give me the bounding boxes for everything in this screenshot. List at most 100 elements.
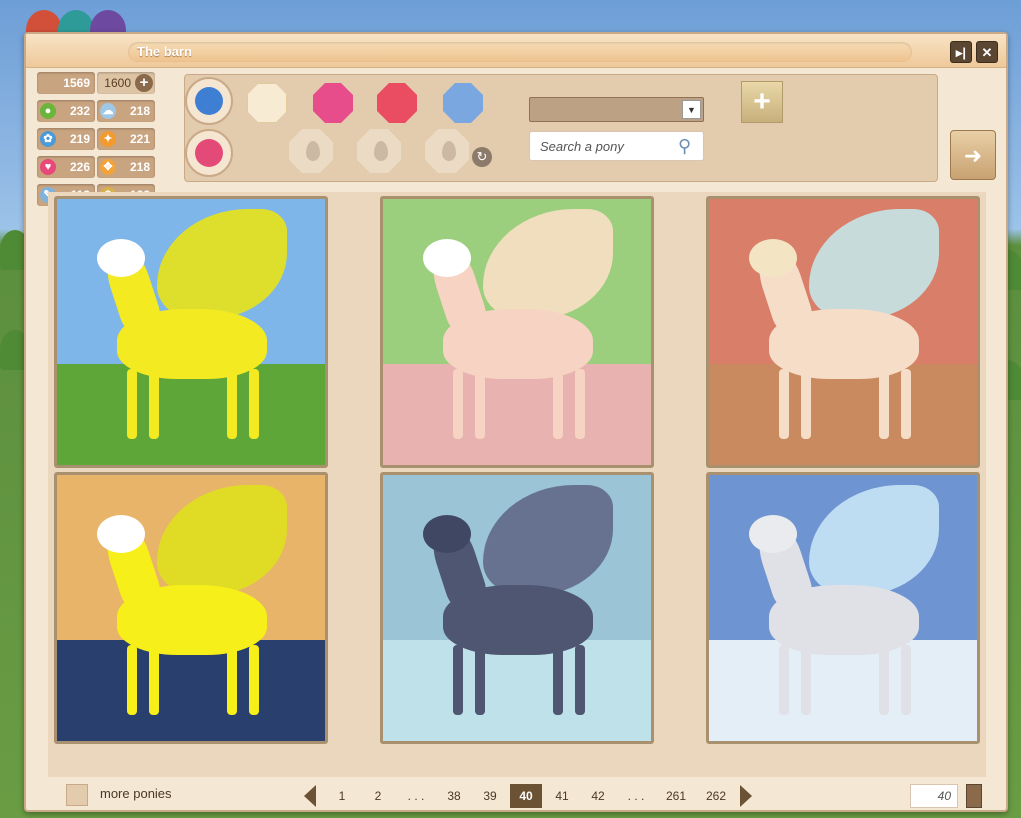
pony-grid — [48, 192, 986, 777]
move-pony-folder-icon[interactable]: ➜ — [950, 130, 996, 180]
pony-leg — [249, 645, 259, 715]
page-link[interactable]: 38 — [438, 784, 470, 808]
prev-page-icon[interactable] — [304, 785, 316, 807]
pony-ground — [709, 639, 977, 741]
page-link[interactable]: 42 — [582, 784, 614, 808]
stat-value: 219 — [69, 132, 90, 146]
pony-card-6[interactable] — [706, 472, 980, 744]
drop-icon — [442, 141, 456, 161]
pony-leg — [127, 645, 137, 715]
filter-all-icon[interactable] — [247, 83, 287, 123]
next-page-icon[interactable] — [740, 785, 752, 807]
pony-ground — [709, 363, 977, 465]
pony-card-1[interactable] — [54, 196, 328, 468]
drop-icon — [306, 141, 320, 161]
stat-flame: ✦ 221 — [97, 128, 155, 150]
pony-wing — [483, 209, 613, 319]
pony-leg — [779, 369, 789, 439]
stat-value: 218 — [129, 104, 150, 118]
page-link[interactable]: 41 — [546, 784, 578, 808]
page-ellipsis: . . . — [407, 789, 425, 803]
page-link[interactable]: 39 — [474, 784, 506, 808]
filter-unicorn-drop[interactable] — [289, 129, 333, 173]
pony-ground — [57, 639, 325, 741]
energy-stat: 1569 — [37, 72, 95, 94]
folder-star-icon — [195, 87, 223, 115]
pony-card-3[interactable] — [706, 196, 980, 468]
pony-wing — [809, 485, 939, 595]
pony-leg — [249, 369, 259, 439]
pony-card-2[interactable] — [380, 196, 654, 468]
page-link[interactable]: 1 — [326, 784, 358, 808]
collapse-button[interactable]: ▸| — [950, 41, 972, 63]
stat-value: 221 — [129, 132, 150, 146]
energy-value: 1569 — [63, 76, 90, 90]
sort-select[interactable]: ▼ — [529, 97, 704, 122]
tab-favorites[interactable] — [185, 129, 233, 177]
page-link[interactable]: 261 — [658, 784, 694, 808]
chevron-down-icon[interactable]: ▼ — [682, 100, 701, 119]
pony-leg — [127, 369, 137, 439]
pony-ground — [383, 363, 651, 465]
pony-leg — [901, 369, 911, 439]
filter-eye-drop[interactable] — [425, 129, 469, 173]
pony-leg — [475, 369, 485, 439]
cloud-icon: ☁ — [100, 103, 116, 119]
stat-pawprint: ✥ 218 — [97, 156, 155, 178]
energy-max-value: 1600 — [104, 76, 131, 90]
stat-value: 218 — [129, 160, 150, 174]
add-energy-icon[interactable]: + — [135, 74, 153, 92]
pony-leg — [801, 369, 811, 439]
tab-my-ponies[interactable] — [185, 77, 233, 125]
pony-leg — [575, 369, 585, 439]
pony-leg — [453, 645, 463, 715]
window-titlebar: The barn ▸| ✕ — [26, 34, 1006, 68]
pony-card-4[interactable] — [54, 472, 328, 744]
page-ellipsis: . . . — [627, 789, 645, 803]
search-placeholder: Search a pony — [540, 139, 624, 154]
pony-leg — [149, 369, 159, 439]
close-button[interactable]: ✕ — [976, 41, 998, 63]
pony-pony-head — [423, 239, 471, 277]
pony-pony-head — [97, 515, 145, 553]
star-badge-icon — [195, 139, 223, 167]
stat-cloud: ☁ 218 — [97, 100, 155, 122]
filter-foal-icon[interactable] — [443, 83, 483, 123]
flame-icon: ✦ — [100, 131, 116, 147]
pony-leg — [779, 645, 789, 715]
filter-love-icon[interactable] — [377, 83, 417, 123]
pony-card-5[interactable] — [380, 472, 654, 744]
filter-gender-icon[interactable] — [313, 83, 353, 123]
search-input[interactable]: Search a pony ⚲ — [529, 131, 704, 161]
stat-value: 232 — [69, 104, 90, 118]
pony-wing — [157, 485, 287, 595]
pony-leg — [575, 645, 585, 715]
per-page-button[interactable] — [966, 784, 982, 808]
stat-value: 226 — [69, 160, 90, 174]
pony-leg — [453, 369, 463, 439]
filter-bar: ↻ ▼ Search a pony ⚲ + — [184, 74, 938, 182]
add-button[interactable]: + — [741, 81, 783, 123]
pony-leg — [801, 645, 811, 715]
pony-leg — [879, 369, 889, 439]
refresh-icon[interactable]: ↻ — [472, 147, 492, 167]
page-link[interactable]: 40 — [510, 784, 542, 808]
pony-pony-head — [97, 239, 145, 277]
pony-leg — [149, 645, 159, 715]
pony-leg — [227, 369, 237, 439]
pony-ground — [383, 639, 651, 741]
heart-icon: ♥ — [40, 159, 56, 175]
more-ponies-checkbox[interactable] — [66, 784, 88, 806]
page-link[interactable]: 262 — [698, 784, 734, 808]
filter-trophy-drop[interactable] — [357, 129, 401, 173]
page-link[interactable]: 2 — [362, 784, 394, 808]
search-icon[interactable]: ⚲ — [678, 136, 698, 156]
per-page-input[interactable]: 40 — [910, 784, 958, 808]
pawprint-icon: ✥ — [100, 159, 116, 175]
pony-wing — [157, 209, 287, 319]
more-ponies-label: more ponies — [100, 786, 172, 801]
pony-wing — [483, 485, 613, 595]
pony-pony-head — [749, 515, 797, 553]
pony-pony-head — [423, 515, 471, 553]
stat-apple: ● 232 — [37, 100, 95, 122]
